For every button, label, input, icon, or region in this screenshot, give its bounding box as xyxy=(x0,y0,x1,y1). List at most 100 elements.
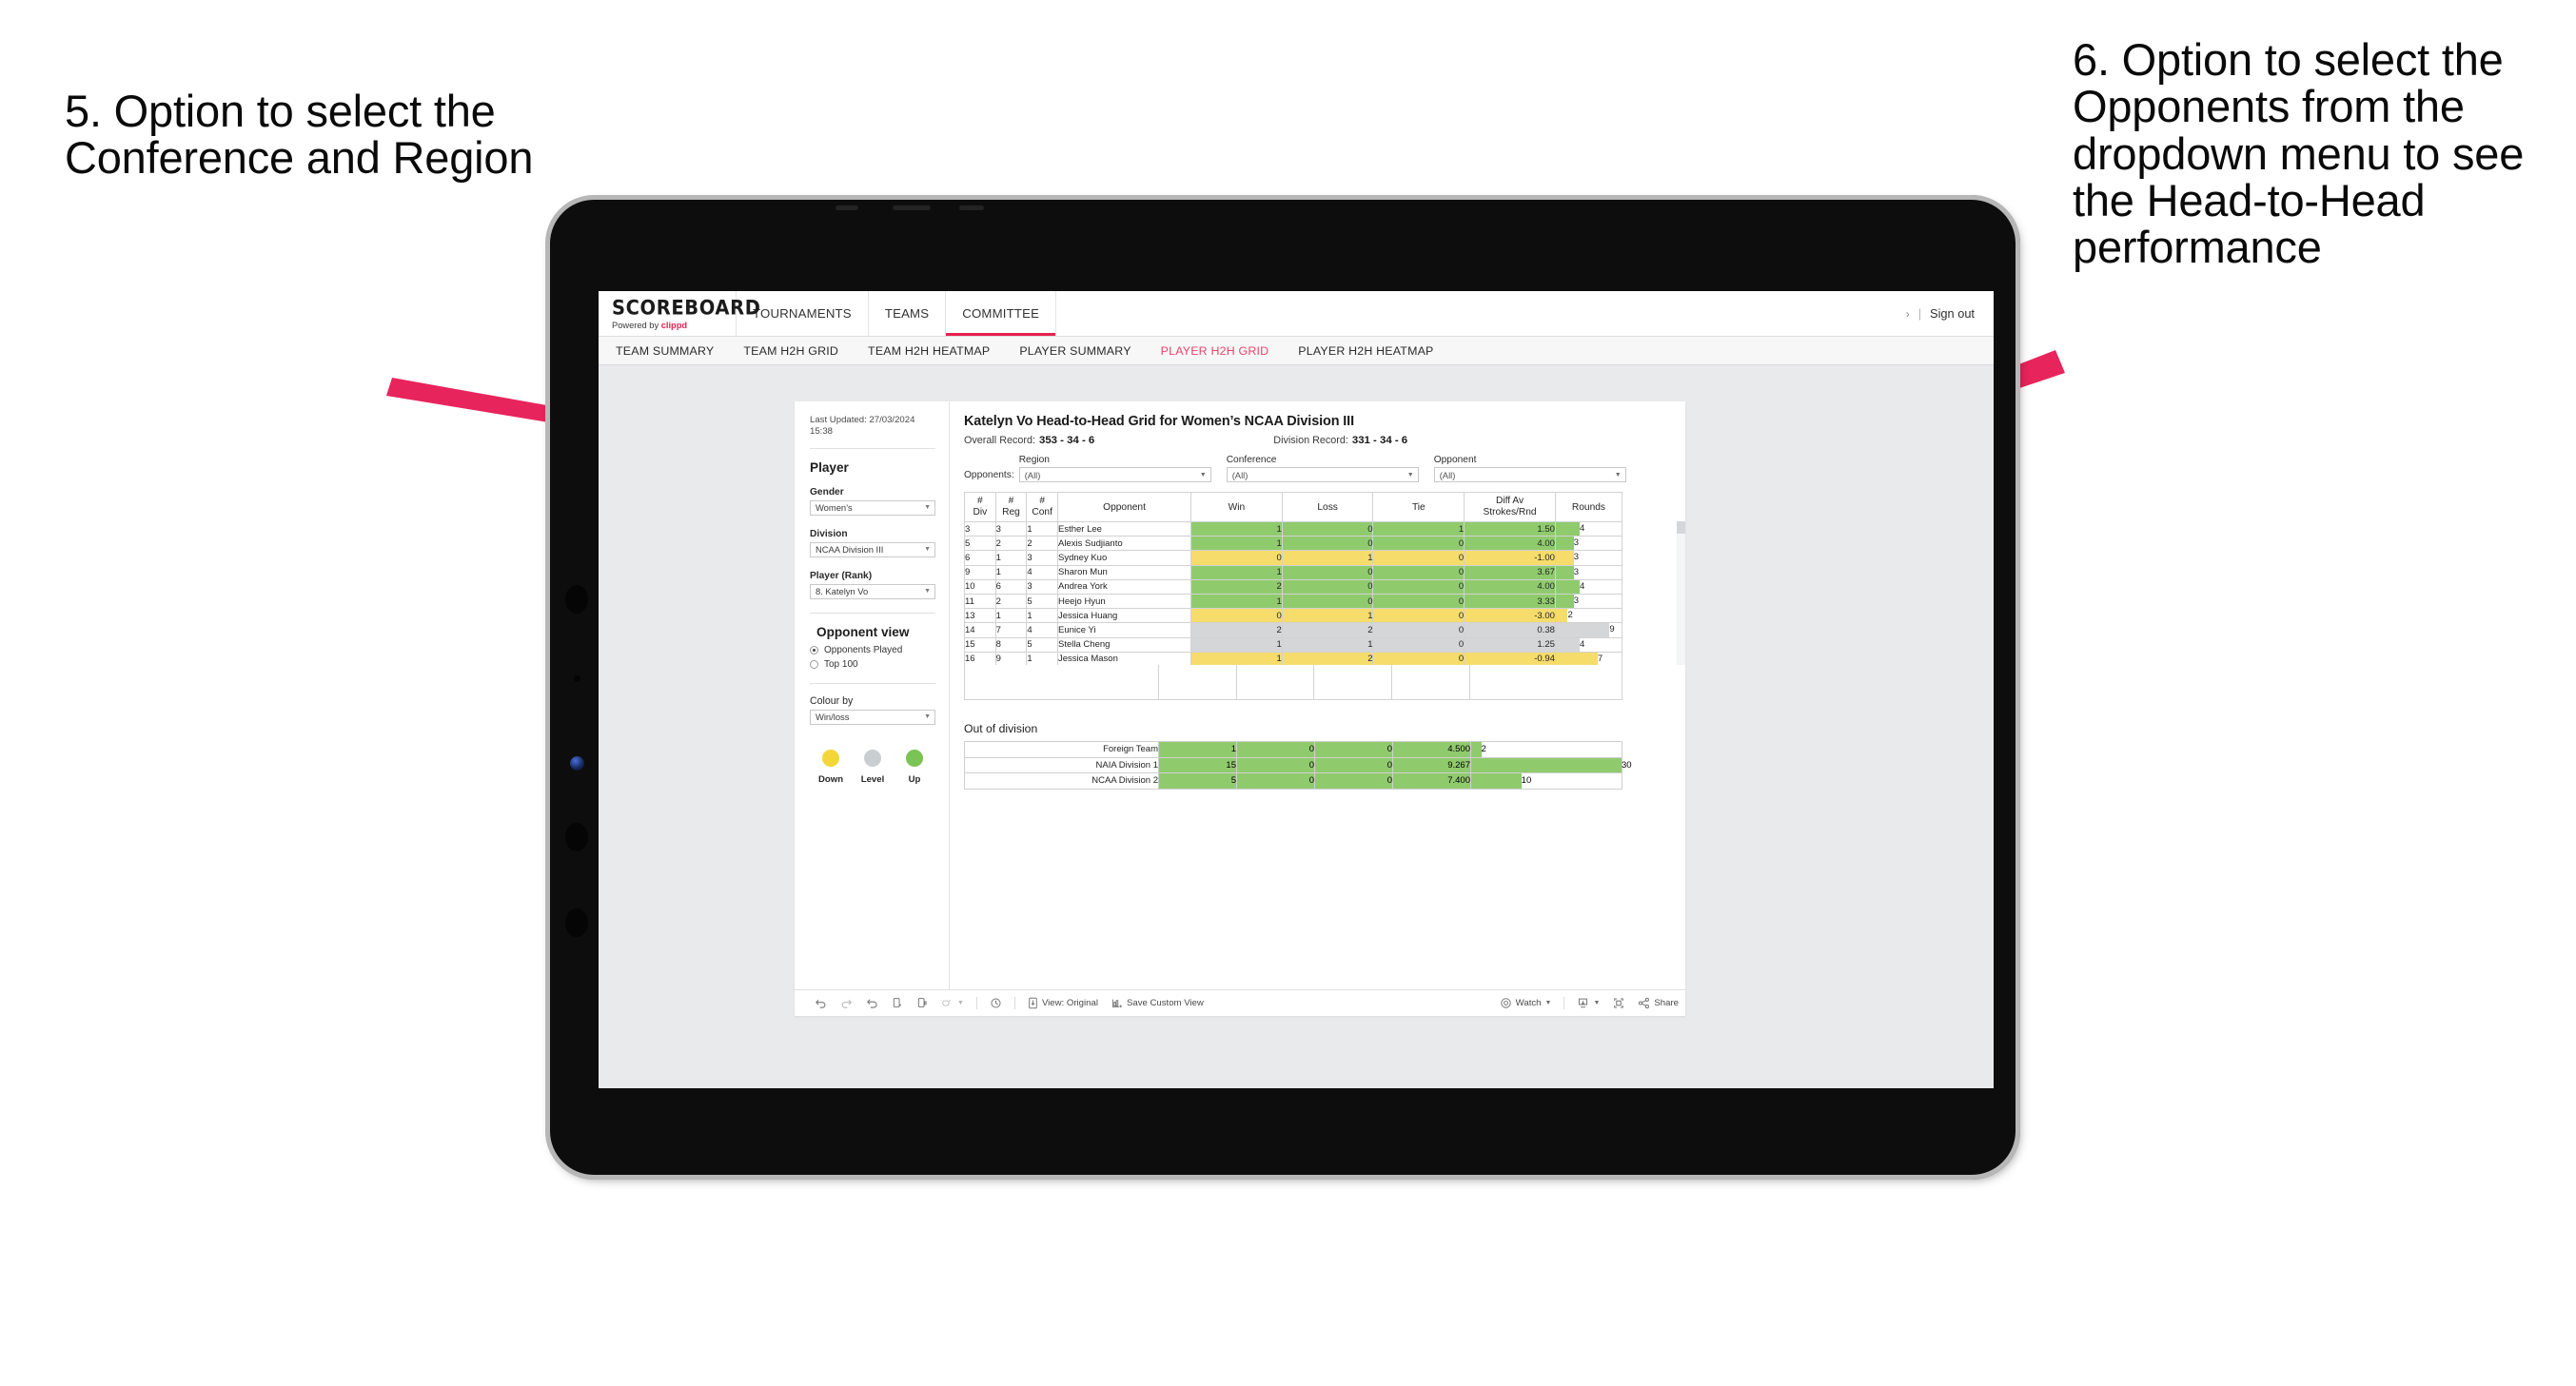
sidebar-divider-2 xyxy=(810,612,935,614)
top-nav-teams[interactable]: TEAMS xyxy=(869,291,947,336)
cell-div: 6 xyxy=(964,550,996,566)
cell-diff: -1.00 xyxy=(1464,550,1556,566)
col-diff: Diff Av Strokes/Rnd xyxy=(1464,492,1556,522)
save-custom-view-button[interactable]: Save Custom View xyxy=(1105,997,1210,1009)
opponent-filters: Opponents: Region (All) ▼ Conference (Al… xyxy=(964,455,1672,482)
table-row[interactable]: 5 2 2 Alexis Sudjianto 1 0 0 4.00 3 xyxy=(964,536,1622,552)
refresh-data-button[interactable] xyxy=(885,997,910,1009)
division-label: Division xyxy=(810,528,848,539)
filters-sidebar: Last Updated: 27/03/2024 15:38 Player Ge… xyxy=(795,401,950,989)
opponent-select[interactable]: (All) ▼ xyxy=(1433,467,1626,482)
grid-footer-cell-1 xyxy=(965,665,1159,699)
table-row[interactable]: NCAA Division 2 5 0 0 7.400 10 xyxy=(964,772,1622,790)
pause-updates-button[interactable] xyxy=(910,997,934,1009)
fullscreen-button[interactable] xyxy=(1606,997,1631,1009)
cell-loss: 0 xyxy=(1281,578,1374,595)
rounds-value: 3 xyxy=(1573,566,1580,577)
grid-scrollbar-thumb[interactable] xyxy=(1677,521,1685,534)
cell-diff: 1.25 xyxy=(1464,636,1556,653)
subnav-team-h2h-heatmap[interactable]: TEAM H2H HEATMAP xyxy=(868,344,990,358)
cell-ood-rounds: 30 xyxy=(1470,756,1632,774)
cell-conf: 5 xyxy=(1026,594,1059,610)
radio-top-100[interactable]: Top 100 xyxy=(810,659,935,670)
opponents-filter-label: Opponents: xyxy=(964,470,1014,480)
radio-opponents-played[interactable]: Opponents Played xyxy=(810,645,935,655)
table-row[interactable]: 16 9 1 Jessica Mason 1 2 0 -0.94 7 xyxy=(964,651,1622,665)
visualization-card: Last Updated: 27/03/2024 15:38 Player Ge… xyxy=(795,401,1685,1016)
top-nav-committee[interactable]: COMMITTEE xyxy=(946,291,1057,336)
legend-down: Down xyxy=(811,749,851,785)
cell-diff: -3.00 xyxy=(1464,608,1556,624)
brand-subtitle: Powered by clippd xyxy=(612,321,736,330)
rounds-value: 3 xyxy=(1573,595,1580,607)
table-row[interactable]: NAIA Division 1 15 0 0 9.267 30 xyxy=(964,756,1632,774)
last-updated-text: Last Updated: 27/03/2024 15:38 xyxy=(810,415,915,437)
h2h-grid-header-row: # Div # Reg # Conf Opponent Win Loss Tie Di… xyxy=(964,492,1622,522)
viz-toolbar: ▼ View: Original Save Custom View Watch … xyxy=(795,989,1685,1016)
cell-diff: -0.94 xyxy=(1464,651,1556,665)
cell-conf: 1 xyxy=(1026,608,1059,624)
rounds-value: 3 xyxy=(1573,552,1580,563)
subnav-player-h2h-heatmap[interactable]: PLAYER H2H HEATMAP xyxy=(1298,344,1433,358)
cell-div: 9 xyxy=(964,564,996,580)
fullscreen-icon xyxy=(1614,998,1624,1008)
division-select[interactable]: NCAA Division III ▼ xyxy=(810,541,935,557)
cell-tie: 0 xyxy=(1372,608,1465,624)
subnav-team-summary[interactable]: TEAM SUMMARY xyxy=(616,344,714,358)
cell-opponent: Andrea York xyxy=(1057,578,1192,595)
view-original-icon xyxy=(1029,997,1037,1009)
cell-win: 2 xyxy=(1190,622,1283,638)
table-row[interactable]: 9 1 4 Sharon Mun 1 0 0 3.67 3 xyxy=(964,564,1622,580)
division-record: Division Record: 331 - 34 - 6 xyxy=(1273,435,1407,446)
opponent-filter: Opponent (All) ▼ xyxy=(1433,455,1626,482)
cell-loss: 1 xyxy=(1281,550,1374,566)
table-row[interactable]: 6 1 3 Sydney Kuo 0 1 0 -1.00 3 xyxy=(964,550,1622,566)
grid-footer-cell-6 xyxy=(1470,665,1622,699)
table-row[interactable]: 3 3 1 Esther Lee 1 0 1 1.50 4 xyxy=(964,520,1622,537)
table-row[interactable]: 10 6 3 Andrea York 2 0 0 4.00 4 xyxy=(964,578,1622,595)
subnav-player-summary[interactable]: PLAYER SUMMARY xyxy=(1019,344,1131,358)
chevron-right-icon[interactable]: › xyxy=(1906,307,1910,321)
player-rank-select[interactable]: 8. Katelyn Vo ▼ xyxy=(810,583,935,599)
subnav-player-h2h-grid[interactable]: PLAYER H2H GRID xyxy=(1161,344,1269,358)
cell-reg: 9 xyxy=(994,651,1028,665)
table-row[interactable]: Foreign Team 1 0 0 4.500 2 xyxy=(964,741,1622,758)
h2h-grid-scroller[interactable]: # Div # Reg # Conf Opponent Win Loss Tie Di… xyxy=(964,492,1622,665)
cell-div: 15 xyxy=(964,636,996,653)
conference-select[interactable]: (All) ▼ xyxy=(1226,467,1419,482)
subnav-team-h2h-grid[interactable]: TEAM H2H GRID xyxy=(743,344,838,358)
grid-scrollbar-track[interactable] xyxy=(1677,521,1685,665)
cell-tie: 0 xyxy=(1372,594,1465,610)
view-original-button[interactable]: View: Original xyxy=(1021,997,1105,1009)
cell-rounds: 7 xyxy=(1554,651,1622,665)
history-button[interactable] xyxy=(983,997,1009,1009)
cell-conf: 4 xyxy=(1026,622,1059,638)
sign-out-link[interactable]: Sign out xyxy=(1930,306,1975,321)
cell-ood-diff: 7.400 xyxy=(1392,772,1471,790)
colour-by-select[interactable]: Win/loss ▼ xyxy=(810,709,935,725)
redo-button[interactable] xyxy=(834,997,859,1009)
rounds-value: 2 xyxy=(1481,744,1486,754)
highlight-button[interactable]: ▼ xyxy=(934,998,971,1009)
cell-opponent: Esther Lee xyxy=(1057,520,1192,537)
share-button[interactable]: Share xyxy=(1631,997,1685,1009)
download-button[interactable]: ▼ xyxy=(1570,997,1606,1009)
out-of-division-table: Foreign Team 1 0 0 4.500 2 NAIA Division 1 15 0 0… xyxy=(964,741,1632,790)
cell-opponent: Eunice Yi xyxy=(1057,622,1192,638)
table-row[interactable]: 11 2 5 Heejo Hyun 1 0 0 3.33 3 xyxy=(964,594,1622,610)
cell-loss: 2 xyxy=(1281,622,1374,638)
table-row[interactable]: 13 1 1 Jessica Huang 0 1 0 -3.00 2 xyxy=(964,608,1622,624)
overall-record-label: Overall Record: xyxy=(964,435,1036,446)
watch-button[interactable]: Watch ▼ xyxy=(1493,997,1559,1009)
undo-button[interactable] xyxy=(808,997,834,1009)
save-custom-view-icon xyxy=(1111,999,1122,1008)
table-row[interactable]: 15 8 5 Stella Cheng 1 1 0 1.25 4 xyxy=(964,636,1622,653)
revert-button[interactable] xyxy=(859,997,885,1009)
col-rounds: Rounds xyxy=(1554,492,1622,522)
table-row[interactable]: 14 7 4 Eunice Yi 2 2 0 0.38 9 xyxy=(964,622,1622,638)
cell-rounds: 9 xyxy=(1554,622,1622,638)
brand-logo[interactable]: SCOREBOARD Powered by clippd xyxy=(599,291,760,336)
gender-select[interactable]: Women’s ▼ xyxy=(810,499,935,516)
rounds-value: 4 xyxy=(1580,523,1585,534)
region-select[interactable]: (All) ▼ xyxy=(1018,467,1211,482)
